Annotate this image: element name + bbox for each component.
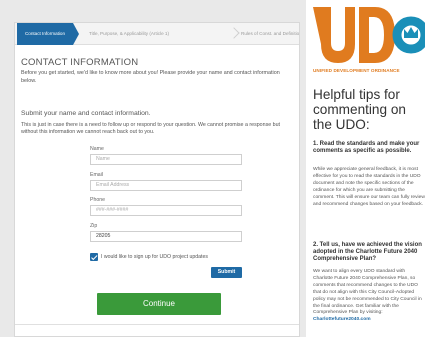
email-label: Email <box>90 172 103 178</box>
signup-checkbox-label[interactable]: I would like to sign up for UDO project … <box>101 254 208 260</box>
email-field[interactable]: Email Address <box>90 180 242 191</box>
divider <box>15 324 299 325</box>
chevron-right-icon <box>230 28 238 40</box>
tip1-heading: 1. Read the standards and make your comm… <box>313 141 420 154</box>
tips-sidebar: UNIFIED DEVELOPMENT ORDINANCE Helpful ti… <box>306 0 431 337</box>
contact-form-panel: Contact Information Title, Purpose, & Ap… <box>14 22 300 337</box>
page: Contact Information Title, Purpose, & Ap… <box>0 0 431 337</box>
continue-button[interactable]: Continue <box>97 293 221 315</box>
progress-steps: Contact Information Title, Purpose, & Ap… <box>15 23 299 45</box>
tip2-heading: 2. Tell us, have we achieved the vision … <box>313 242 422 262</box>
comprehensive-plan-link[interactable]: Charlottefuture2040.com <box>313 317 371 322</box>
step-rules-of-construction[interactable]: Rules of Const. and Definitions (Artic <box>241 23 299 45</box>
name-label: Name <box>90 146 104 152</box>
submit-info-heading: Submit your name and contact information… <box>21 110 151 117</box>
phone-field[interactable]: ###-###-#### <box>90 205 242 216</box>
intro-text: Before you get started, we'd like to kno… <box>21 70 280 84</box>
zip-field[interactable]: 28205 <box>90 231 242 242</box>
tip1-body: While we appreciate general feedback, it… <box>313 167 425 207</box>
step-contact-information[interactable]: Contact Information <box>17 23 79 45</box>
tip2-body: We want to align every UDO standard with… <box>313 269 425 324</box>
page-title: CONTACT INFORMATION <box>21 57 139 68</box>
submit-button[interactable]: Submit <box>211 267 242 278</box>
name-field[interactable]: Name <box>90 154 242 165</box>
followup-note: This is just in case there is a need to … <box>21 122 281 136</box>
tip2-body-text: We want to align every UDO standard with… <box>313 269 422 316</box>
logo-subtitle: UNIFIED DEVELOPMENT ORDINANCE <box>313 68 400 73</box>
udo-logo <box>313 7 425 63</box>
zip-label: Zip <box>90 223 98 229</box>
phone-label: Phone <box>90 197 106 203</box>
tips-heading: Helpful tips for commenting on the UDO: <box>313 87 406 133</box>
step-title-purpose[interactable]: Title, Purpose, & Applicability (Article… <box>89 23 169 45</box>
signup-checkbox[interactable] <box>90 253 98 261</box>
